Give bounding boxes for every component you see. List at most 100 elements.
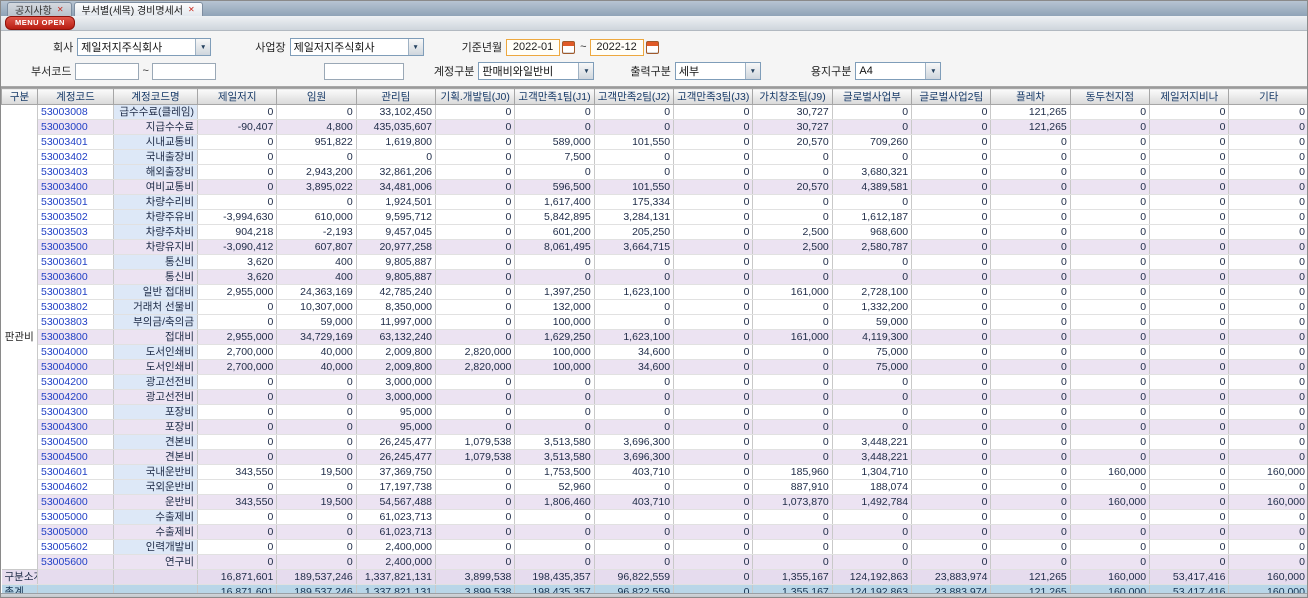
grid-cell[interactable]: 2,943,200	[276, 164, 357, 180]
grid-cell[interactable]: 0	[435, 539, 516, 555]
grid-cell[interactable]: 일반 접대비	[113, 284, 198, 300]
grid-cell[interactable]: 1,753,500	[514, 464, 595, 480]
grid-cell[interactable]: 0	[1228, 359, 1307, 375]
grid-cell[interactable]: 0	[990, 269, 1071, 285]
grid-cell[interactable]: 0	[911, 419, 992, 435]
grid-cell[interactable]: 5,842,895	[514, 209, 595, 225]
grid-cell[interactable]: 2,728,100	[832, 284, 913, 300]
grid-cell[interactable]: 0	[1149, 404, 1230, 420]
table-row[interactable]: 53003803 부의금/축의금 0 59,000 11,997,000 0 100,000…	[2, 314, 1307, 330]
grid-cell[interactable]: 0	[832, 149, 913, 165]
grid-cell[interactable]: 30,727	[752, 104, 833, 120]
grid-cell[interactable]: 연구비	[113, 554, 198, 570]
grid-cell[interactable]: 53004000	[37, 344, 114, 360]
subtotal-row[interactable]: 구분소계 16,871,601189,537,2461,337,821,1313,…	[1, 569, 1307, 585]
grid-cell[interactable]: 0	[1228, 329, 1307, 345]
tab-expense-report[interactable]: 부서별(세목) 경비명세서 ✕	[73, 2, 203, 17]
grid-cell[interactable]: 0	[1228, 254, 1307, 270]
workplace-select[interactable]: 제일저지주식회사 ▼	[289, 38, 424, 56]
grid-cell[interactable]: 0	[1149, 539, 1230, 555]
grid-cell[interactable]: 0	[673, 509, 754, 525]
grid-cell[interactable]: 여비교통비	[113, 179, 198, 195]
grid-cell[interactable]: 0	[990, 329, 1071, 345]
grid-cell[interactable]: 0	[1228, 434, 1307, 450]
grid-cell[interactable]: 1,629,250	[514, 329, 595, 345]
grid-cell[interactable]: 121,265	[990, 569, 1071, 585]
grid-cell[interactable]: 9,457,045	[356, 224, 437, 240]
grid-cell[interactable]: 0	[594, 419, 675, 435]
grid-cell[interactable]: 9,805,887	[356, 269, 437, 285]
grid-cell[interactable]: 0	[1070, 194, 1151, 210]
grid-cell[interactable]: 0	[1070, 449, 1151, 465]
grid-cell[interactable]: 0	[594, 509, 675, 525]
grid-cell[interactable]: 0	[1149, 554, 1230, 570]
grid-cell[interactable]: 0	[1149, 269, 1230, 285]
grid-cell[interactable]: 0	[752, 209, 833, 225]
grid-cell[interactable]	[113, 569, 198, 585]
grid-cell[interactable]: 0	[911, 389, 992, 405]
grid-cell[interactable]: 0	[1149, 464, 1230, 480]
grid-cell[interactable]: 0	[197, 374, 278, 390]
chevron-down-icon[interactable]: ▼	[744, 63, 760, 79]
grid-cell[interactable]: 0	[911, 299, 992, 315]
grid-cell[interactable]: 0	[1149, 494, 1230, 510]
grid-cell[interactable]: 0	[832, 254, 913, 270]
grid-cell[interactable]: 접대비	[113, 329, 198, 345]
grid-cell[interactable]: 0	[1070, 419, 1151, 435]
grid-cell[interactable]: 0	[594, 389, 675, 405]
grid-cell[interactable]: 160,000	[1228, 494, 1307, 510]
grid-cell[interactable]: 63,132,240	[356, 329, 437, 345]
table-row[interactable]: 53004200 광고선전비 0 0 3,000,000 0 0 0 0 0 0 0 0 0 0 0	[2, 374, 1307, 390]
grid-cell[interactable]: 0	[435, 269, 516, 285]
grid-cell[interactable]: 53003802	[37, 299, 114, 315]
grid-cell[interactable]: 0	[832, 104, 913, 120]
grid-cell[interactable]: 0	[1070, 314, 1151, 330]
grid-cell[interactable]: 3,899,538	[435, 569, 516, 585]
chevron-down-icon[interactable]: ▼	[407, 39, 423, 55]
grid-cell[interactable]: 0	[1228, 314, 1307, 330]
grid-cell[interactable]: 11,997,000	[356, 314, 437, 330]
grid-cell[interactable]: 709,260	[832, 134, 913, 150]
grid-cell[interactable]: 해외출장비	[113, 164, 198, 180]
table-row[interactable]: 53004500 견본비 0 0 26,245,477 1,079,538 3,513,58…	[2, 449, 1307, 465]
grid-cell[interactable]: 수출제비	[113, 509, 198, 525]
grid-cell[interactable]: 610,000	[276, 209, 357, 225]
grid-cell[interactable]: 0	[673, 419, 754, 435]
grid-cell[interactable]: 7,500	[514, 149, 595, 165]
grid-cell[interactable]: 0	[276, 389, 357, 405]
grid-cell[interactable]: 8,350,000	[356, 299, 437, 315]
grid-cell[interactable]: 0	[514, 554, 595, 570]
grid-cell[interactable]: 0	[1149, 359, 1230, 375]
grid-cell[interactable]: 0	[1228, 269, 1307, 285]
grid-cell[interactable]: 4,389,581	[832, 179, 913, 195]
grid-cell[interactable]: 0	[832, 404, 913, 420]
grid-cell[interactable]: 0	[435, 314, 516, 330]
grid-cell[interactable]: 0	[1070, 359, 1151, 375]
grid-cell[interactable]: 0	[911, 464, 992, 480]
grid-cell[interactable]: 3,664,715	[594, 239, 675, 255]
grid-cell[interactable]: 0	[435, 299, 516, 315]
close-icon[interactable]: ✕	[188, 5, 195, 14]
grid-cell[interactable]: 16,871,601	[197, 584, 278, 593]
grid-cell[interactable]: 0	[673, 254, 754, 270]
table-row[interactable]: 53003403 해외출장비 0 2,943,200 32,861,206 0 0 0 0 0 3,…	[2, 164, 1307, 180]
grid-cell[interactable]: 124,192,863	[832, 569, 913, 585]
grid-cell[interactable]: 0	[1228, 284, 1307, 300]
grid-cell[interactable]: 160,000	[1070, 494, 1151, 510]
table-row[interactable]: 53003503 차량주차비 904,218 -2,193 9,457,045 0 601,…	[2, 224, 1307, 240]
table-row[interactable]: 53003502 차량주유비 -3,994,630 610,000 9,595,712 0…	[2, 209, 1307, 225]
grid-cell[interactable]: 189,537,246	[276, 569, 357, 585]
grid-cell[interactable]: 0	[990, 149, 1071, 165]
grid-cell[interactable]: 0	[990, 239, 1071, 255]
grid-cell[interactable]: 0	[673, 164, 754, 180]
grid-cell[interactable]: 0	[990, 194, 1071, 210]
grid-cell[interactable]: 0	[673, 179, 754, 195]
total-label[interactable]: 총계	[1, 584, 38, 593]
grid-cell[interactable]: -3,994,630	[197, 209, 278, 225]
grid-cell[interactable]: 0	[752, 149, 833, 165]
grid-cell[interactable]: 951,822	[276, 134, 357, 150]
grid-cell[interactable]: 53004200	[37, 389, 114, 405]
grid-cell[interactable]: 포장비	[113, 419, 198, 435]
grid-cell[interactable]: 0	[1149, 239, 1230, 255]
output-type-select[interactable]: 세부 ▼	[674, 62, 761, 80]
